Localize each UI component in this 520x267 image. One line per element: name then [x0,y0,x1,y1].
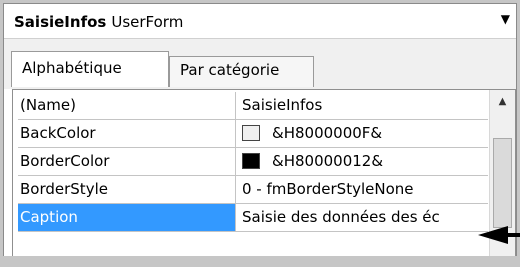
tab-strip: Alphabétique Par catégorie [4,39,516,89]
chevron-down-icon[interactable]: ▼ [501,12,510,26]
color-swatch [242,125,260,141]
tab-alphabetique[interactable]: Alphabétique [11,51,169,87]
property-value: SaisieInfos [242,96,323,114]
property-value-cell[interactable]: &H8000000F& [238,120,488,147]
property-value: &H8000000F& [272,124,383,142]
property-value: &H80000012& [272,152,384,170]
property-name: BackColor [18,120,236,147]
property-value-cell[interactable]: 0 - fmBorderStyleNone [238,176,488,203]
property-row-borderstyle[interactable]: BorderStyle 0 - fmBorderStyleNone [18,176,488,204]
bottom-strip [0,256,520,267]
property-row-name[interactable]: (Name) SaisieInfos [18,92,488,120]
arrow-pointer-tail [506,233,520,237]
object-selector-label: SaisieInfos UserForm [14,13,183,31]
property-value-cell[interactable]: &H80000012& [238,148,488,175]
object-name: SaisieInfos [14,13,107,31]
property-row-bordercolor[interactable]: BorderColor &H80000012& [18,148,488,176]
tab-par-categorie[interactable]: Par catégorie [169,56,314,87]
arrow-pointer-icon [478,226,508,244]
property-value: Saisie des données des éc [242,208,440,226]
scroll-thumb[interactable] [493,138,512,228]
property-grid: (Name) SaisieInfos BackColor &H8000000F&… [12,89,516,266]
object-type: UserForm [111,13,184,31]
property-name: BorderColor [18,148,236,175]
property-row-caption[interactable]: Caption Saisie des données des éc [18,204,488,232]
properties-window: SaisieInfos UserForm ▼ Alphabétique Par c… [3,3,517,266]
property-row-backcolor[interactable]: BackColor &H8000000F& [18,120,488,148]
property-value-cell[interactable]: Saisie des données des éc [238,204,488,231]
property-name: BorderStyle [18,176,236,203]
property-name: (Name) [18,92,236,119]
object-selector[interactable]: SaisieInfos UserForm ▼ [4,4,516,39]
property-value-cell[interactable]: SaisieInfos [238,92,488,119]
color-swatch [242,153,260,169]
property-name: Caption [18,204,236,231]
scroll-up-arrow-icon[interactable]: ▲ [492,92,513,112]
property-value: 0 - fmBorderStyleNone [242,180,414,198]
